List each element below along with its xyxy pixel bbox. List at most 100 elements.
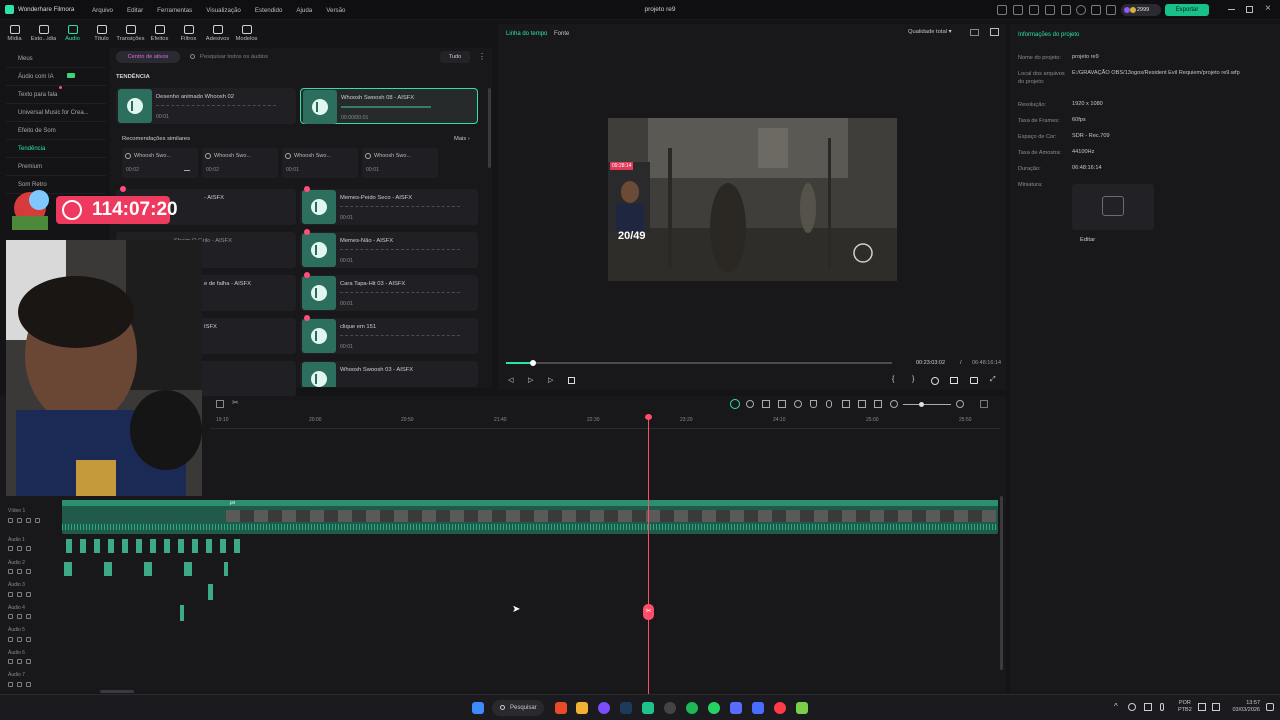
zoom-out-icon[interactable] [890,400,898,408]
network-icon[interactable] [1198,703,1206,711]
audio-clips-track2[interactable] [64,562,228,576]
edit-thumbnail-button[interactable]: Editar [1080,237,1095,243]
audio-card[interactable]: Whoosh Swoosh 03 - AISFX [300,361,478,387]
ai-tools-icon[interactable] [730,399,740,409]
brave-icon[interactable] [555,702,567,714]
tab-efeitos[interactable]: Efeitos [145,20,174,46]
upload-icon[interactable] [1013,5,1023,15]
audio-card[interactable]: clique em 151 00:01 [300,315,478,354]
image-icon[interactable] [1061,5,1071,15]
fullscreen-icon[interactable]: ⤢ [990,376,996,384]
mic-icon[interactable] [826,400,832,408]
explorer-icon[interactable] [576,702,588,714]
filter-select[interactable]: Tudo [440,51,470,63]
filmora-icon[interactable] [642,702,654,714]
tab-timeline-preview[interactable]: Linha do tempo [506,31,547,37]
crop-icon[interactable] [216,400,224,408]
discord-icon[interactable] [598,702,610,714]
clock[interactable]: 13:57 03/03/2026 [1228,700,1260,714]
split-playhead-icon[interactable]: ✂ [643,604,654,620]
audio-clips-track1[interactable] [66,539,246,553]
zoom-in-icon[interactable] [956,400,964,408]
tab-transicoes[interactable]: Transições [116,20,145,46]
render-icon[interactable] [762,400,770,408]
minimize-icon[interactable] [1228,9,1235,10]
menu-ajuda[interactable]: Ajuda [296,7,312,14]
snapshot-icon[interactable] [990,28,999,36]
export-button[interactable]: Exportar [1165,4,1209,16]
app-icon[interactable] [774,702,786,714]
obs-icon[interactable] [664,702,676,714]
track-controls[interactable] [8,569,31,574]
zoom-slider[interactable] [903,402,951,407]
similar-item[interactable]: Whoosh Swo... 00:01 [362,148,438,178]
camera-icon[interactable] [950,377,958,384]
zoom-icon[interactable] [931,377,939,385]
tray-chevron-icon[interactable]: ^ [1114,702,1118,711]
menu-ferramentas[interactable]: Ferramentas [157,7,192,14]
input-language[interactable]: POR PTB2 [1178,700,1192,714]
search-input[interactable]: Pesquisar todos os áudios [188,51,428,63]
volume-tray-icon[interactable] [1212,703,1220,711]
asset-center-button[interactable]: Centro de ativos [116,51,180,63]
menu-arquivo[interactable]: Arquivo [92,7,113,14]
tab-titulo[interactable]: Título [87,20,116,46]
track-controls[interactable] [8,614,31,619]
menu-visualizacao[interactable]: Visualização [206,7,241,14]
track-controls[interactable] [8,682,31,687]
steam-icon[interactable] [620,702,632,714]
nav-efeito-som[interactable]: Efeito de Som [6,122,106,140]
tab-midia[interactable]: Mídia [0,20,29,46]
settings-icon[interactable] [1076,5,1086,15]
audio-card-selected[interactable]: Whoosh Swoosh 08 - AISFX 00:00/00:01 [300,88,478,124]
audio-card[interactable]: Memes-Peido Seco - AISFX 00:01 [300,186,478,225]
tab-filtros[interactable]: Filtros [174,20,203,46]
similar-item[interactable]: Whoosh Swo... 00:02 [202,148,278,178]
app-icon[interactable] [752,702,764,714]
menu-editar[interactable]: Editar [127,7,143,14]
notifications-icon[interactable] [1266,703,1274,711]
prev-frame-icon[interactable]: ◁ [508,376,513,384]
nav-audio-ia[interactable]: Áudio com IA [6,68,106,86]
menu-estendido[interactable]: Estendido [255,7,283,14]
audio-card[interactable]: Cara Tapa-Hit 03 - AISFX 00:01 [300,272,478,311]
download-icon[interactable] [184,165,190,171]
speed-icon[interactable] [794,400,802,408]
track-controls[interactable] [8,546,31,551]
layout-icon[interactable] [1045,5,1055,15]
stop-icon[interactable] [568,377,575,384]
quality-select[interactable]: Qualidade total ▾ [908,29,952,35]
tab-estoque-midia[interactable]: Esto...idia [29,20,58,46]
close-icon[interactable]: × [1265,3,1271,14]
playhead[interactable] [648,414,649,694]
tab-audio[interactable]: Áudio [58,20,87,46]
spotify-icon[interactable] [686,702,698,714]
playhead-handle[interactable] [645,414,652,420]
marker-icon[interactable] [810,400,817,408]
snap-icon[interactable] [746,400,754,408]
vertical-scrollbar[interactable] [1000,496,1003,670]
audio-card[interactable]: Memes-Não - AISFX 00:01 [300,229,478,268]
split-icon[interactable]: ✂ [232,398,239,407]
more-options-icon[interactable]: ⋮ [478,52,486,61]
scrub-handle[interactable] [530,360,537,366]
nav-universal-music[interactable]: Universal Music for Crea... [6,104,106,122]
scrub-bar[interactable] [506,360,892,366]
mixer-icon[interactable] [842,400,850,408]
track-controls[interactable] [8,659,31,664]
gift-icon[interactable] [997,5,1007,15]
nav-meus[interactable]: Meus [6,50,106,68]
mark-out-icon[interactable]: } [912,376,914,383]
volume-icon[interactable] [970,377,978,384]
maximize-icon[interactable] [1246,6,1253,13]
whatsapp-icon[interactable] [708,702,720,714]
mark-in-icon[interactable]: { [892,376,894,383]
tray-icon[interactable] [1128,703,1136,711]
cloud-icon[interactable] [1029,5,1039,15]
tray-icon[interactable] [1144,703,1152,711]
audio-clip[interactable] [208,584,213,600]
thumbnail-placeholder[interactable] [1072,184,1154,230]
tab-adesivos[interactable]: Adesivos [203,20,232,46]
audio-card[interactable]: Desenho animado Whoosh 02 00:01 [116,88,296,124]
mic-icon[interactable] [1160,703,1164,711]
